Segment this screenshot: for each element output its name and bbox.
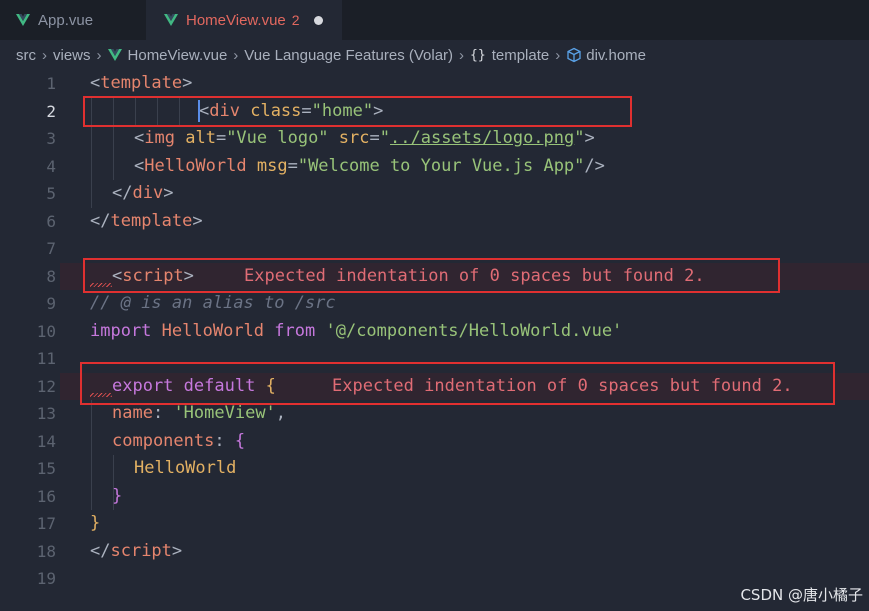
annotation-box bbox=[83, 96, 632, 127]
code-line-9: // @ is an alias to /src bbox=[90, 293, 336, 313]
tab-homeview-vue[interactable]: HomeView.vue 2 bbox=[146, 0, 342, 40]
unsaved-dot-icon[interactable] bbox=[313, 15, 323, 25]
chevron-right-icon: › bbox=[96, 46, 102, 64]
breadcrumb-file[interactable]: HomeView.vue bbox=[107, 46, 228, 64]
breadcrumb-language[interactable]: Vue Language Features (Volar) bbox=[244, 47, 453, 64]
line-number: 11 bbox=[36, 349, 56, 368]
vue-icon bbox=[107, 49, 122, 61]
breadcrumb-file-label: HomeView.vue bbox=[127, 46, 228, 64]
cube-icon bbox=[567, 47, 581, 63]
code-line-4: <HelloWorld msg="Welcome to Your Vue.js … bbox=[134, 155, 605, 176]
code-line-3: <img alt="Vue logo" src="../assets/logo.… bbox=[134, 128, 595, 148]
code-line-1: <template> bbox=[90, 73, 193, 93]
tab-label: App.vue bbox=[38, 11, 94, 29]
code-line-15: HelloWorld bbox=[134, 458, 237, 478]
chevron-right-icon: › bbox=[233, 46, 239, 64]
code-line-14: components: { bbox=[112, 430, 246, 451]
vue-icon bbox=[16, 14, 30, 26]
breadcrumb-template[interactable]: {} template bbox=[470, 47, 549, 64]
line-number: 7 bbox=[46, 239, 56, 258]
braces-icon: {} bbox=[470, 47, 486, 63]
chevron-right-icon: › bbox=[42, 46, 47, 64]
annotation-box bbox=[80, 362, 835, 405]
breadcrumb-views[interactable]: views bbox=[53, 47, 91, 64]
watermark: CSDN @唐小橘子 bbox=[740, 586, 863, 604]
code-line-17: } bbox=[90, 513, 101, 533]
breadcrumb-div-home[interactable]: div.home bbox=[566, 47, 646, 64]
code-line-16: } bbox=[112, 485, 123, 506]
code-line-18: </script> bbox=[90, 540, 183, 561]
problem-count-badge: 2 bbox=[291, 12, 300, 28]
annotation-box bbox=[83, 258, 780, 293]
breadcrumb: src › views › HomeView.vue › Vue Languag… bbox=[0, 40, 869, 70]
chevron-right-icon: › bbox=[555, 46, 561, 64]
line-number: 19 bbox=[36, 569, 56, 588]
tab-app-vue[interactable]: App.vue bbox=[0, 0, 146, 40]
code-editor[interactable]: 1 2 3 4 5 6 7 8 9 10 11 12 13 14 15 16 1… bbox=[0, 70, 869, 611]
breadcrumb-src[interactable]: src bbox=[16, 47, 36, 64]
tab-bar: App.vue HomeView.vue 2 bbox=[0, 0, 869, 40]
chevron-right-icon: › bbox=[459, 46, 465, 64]
vue-icon bbox=[164, 14, 178, 26]
code-line-6: </template> bbox=[90, 210, 203, 231]
breadcrumb-div-home-label: div.home bbox=[586, 46, 647, 64]
tab-label: HomeView.vue bbox=[186, 11, 286, 29]
breadcrumb-template-label: template bbox=[491, 46, 550, 64]
code-line-5: </div> bbox=[112, 183, 174, 203]
code-line-10: import HelloWorld from '@/components/Hel… bbox=[90, 320, 623, 341]
